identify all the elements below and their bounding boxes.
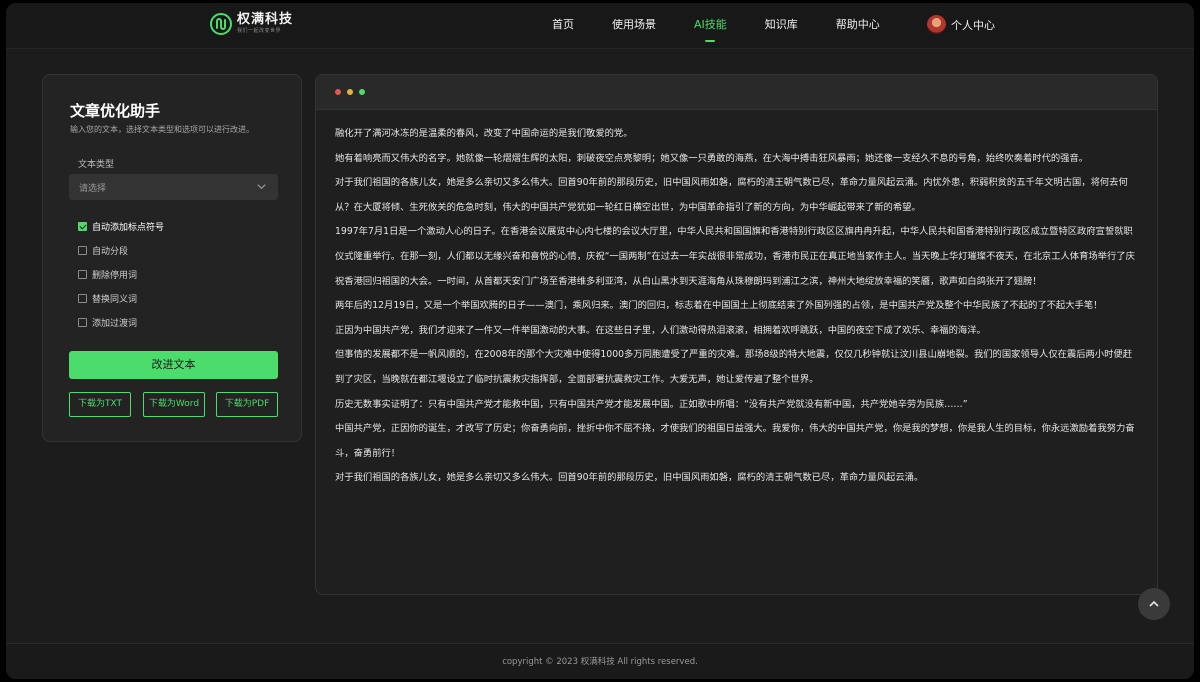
checkbox-icon[interactable] — [78, 318, 87, 327]
nav-item-help-center[interactable]: 帮助中心 — [836, 3, 880, 49]
user-center-label: 个人中心 — [951, 18, 995, 32]
text-editor[interactable]: 融化开了满河冰冻的是温柔的春风，改变了中国命运的是我们敬爱的党。 她有着响亮而又… — [315, 74, 1158, 595]
paragraph: 对于我们祖国的各族儿女，她是多么亲切又多么伟大。回首90年前的那段历史，旧中国风… — [335, 177, 1128, 213]
editor-content[interactable]: 融化开了满河冰冻的是温柔的春风，改变了中国命运的是我们敬爱的党。 她有着响亮而又… — [335, 122, 1137, 491]
download-pdf-button[interactable]: 下载为PDF — [216, 392, 278, 417]
option-add-transitions[interactable]: 添加过渡词 — [78, 316, 137, 329]
select-placeholder: 请选择 — [79, 184, 107, 194]
text-type-select[interactable]: 请选择 — [69, 174, 278, 200]
brand-name: 权满科技 — [237, 12, 294, 27]
page-footer: copyright © 2023 权满科技 All rights reserve… — [6, 643, 1194, 679]
optimizer-panel: 文章优化助手 输入您的文本，选择文本类型和选项可以进行改进。 文本类型 请选择 … — [42, 74, 302, 442]
minimize-dot-icon — [347, 89, 353, 95]
option-label: 添加过渡词 — [92, 319, 138, 329]
paragraph: 两年后的12月19日，又是一个举国欢腾的日子——澳门，乘风归来。澳门的回归，标志… — [335, 300, 1103, 312]
checkbox-icon[interactable] — [78, 222, 87, 231]
brand-slogan: 我们一起改变世界 — [237, 28, 282, 34]
paragraph: 正因为中国共产党，我们才迎来了一件又一件举国激动的大事。在这些日子里，人们激动得… — [335, 324, 986, 336]
avatar — [927, 15, 946, 34]
paragraph: 她有着响亮而又伟大的名字。她就像一轮熠熠生辉的太阳，刺破夜空点亮黎明；她又像一只… — [335, 152, 1089, 164]
panel-subtitle: 输入您的文本，选择文本类型和选项可以进行改进。 — [70, 125, 254, 134]
checkbox-icon[interactable] — [78, 294, 87, 303]
download-word-button[interactable]: 下载为Word — [143, 392, 205, 417]
text-type-label: 文本类型 — [78, 160, 115, 170]
nav-item-scenarios[interactable]: 使用场景 — [612, 3, 656, 49]
nav-item-knowledge-base[interactable]: 知识库 — [765, 3, 798, 49]
main-nav: 首页 使用场景 AI技能 知识库 帮助中心 — [552, 3, 918, 49]
close-dot-icon — [335, 89, 341, 95]
brand-logo[interactable]: 权满科技 我们一起改变世界 — [210, 12, 293, 35]
improve-text-button[interactable]: 改进文本 — [69, 351, 278, 379]
paragraph: 但事情的发展都不是一帆风顺的，在2008年的那个大灾难中使得1000多万同胞遭受… — [335, 349, 1132, 385]
paragraph: 历史无数事实证明了：只有中国共产党才能救中国，只有中国共产党才能发展中国。正如歌… — [335, 398, 968, 410]
panel-title: 文章优化助手 — [70, 102, 161, 120]
paragraph: 融化开了满河冰冻的是温柔的春风，改变了中国命运的是我们敬爱的党。 — [335, 128, 633, 139]
nav-item-ai-skills[interactable]: AI技能 — [694, 3, 727, 49]
option-auto-punctuation[interactable]: 自动添加标点符号 — [78, 220, 164, 233]
option-auto-paragraph[interactable]: 自动分段 — [78, 244, 128, 257]
copyright-text: copyright © 2023 权满科技 All rights reserve… — [502, 657, 698, 667]
chevron-up-icon — [1149, 600, 1159, 607]
back-to-top-button[interactable] — [1138, 588, 1170, 620]
paragraph: 1997年7月1日是一个激动人心的日子。在香港会议展览中心内七楼的会议大厅里，中… — [335, 226, 1135, 287]
paragraph: 对于我们祖国的各族儿女，她是多么亲切又多么伟大。回首90年前的那段历史，旧中国风… — [335, 472, 924, 484]
app-window: 权满科技 我们一起改变世界 首页 使用场景 AI技能 知识库 帮助中心 个人中心… — [6, 3, 1194, 679]
top-header: 权满科技 我们一起改变世界 首页 使用场景 AI技能 知识库 帮助中心 个人中心 — [6, 3, 1194, 49]
option-label: 自动添加标点符号 — [92, 223, 165, 233]
nav-item-home[interactable]: 首页 — [552, 3, 574, 49]
option-remove-stopwords[interactable]: 删除停用词 — [78, 268, 137, 281]
option-label: 自动分段 — [92, 247, 129, 257]
editor-titlebar — [316, 75, 1157, 110]
paragraph: 中国共产党，正因你的诞生，才改写了历史；你奋勇向前，挫折中你不屈不挠，才使我们的… — [335, 423, 1135, 459]
download-txt-button[interactable]: 下载为TXT — [69, 392, 131, 417]
chevron-down-icon — [257, 184, 266, 190]
user-center[interactable]: 个人中心 — [927, 15, 995, 34]
checkbox-icon[interactable] — [78, 246, 87, 255]
option-label: 替换同义词 — [92, 295, 138, 305]
checkbox-icon[interactable] — [78, 270, 87, 279]
logo-mark-icon — [210, 12, 232, 35]
option-label: 删除停用词 — [92, 271, 138, 281]
option-replace-synonyms[interactable]: 替换同义词 — [78, 292, 137, 305]
maximize-dot-icon — [359, 89, 365, 95]
